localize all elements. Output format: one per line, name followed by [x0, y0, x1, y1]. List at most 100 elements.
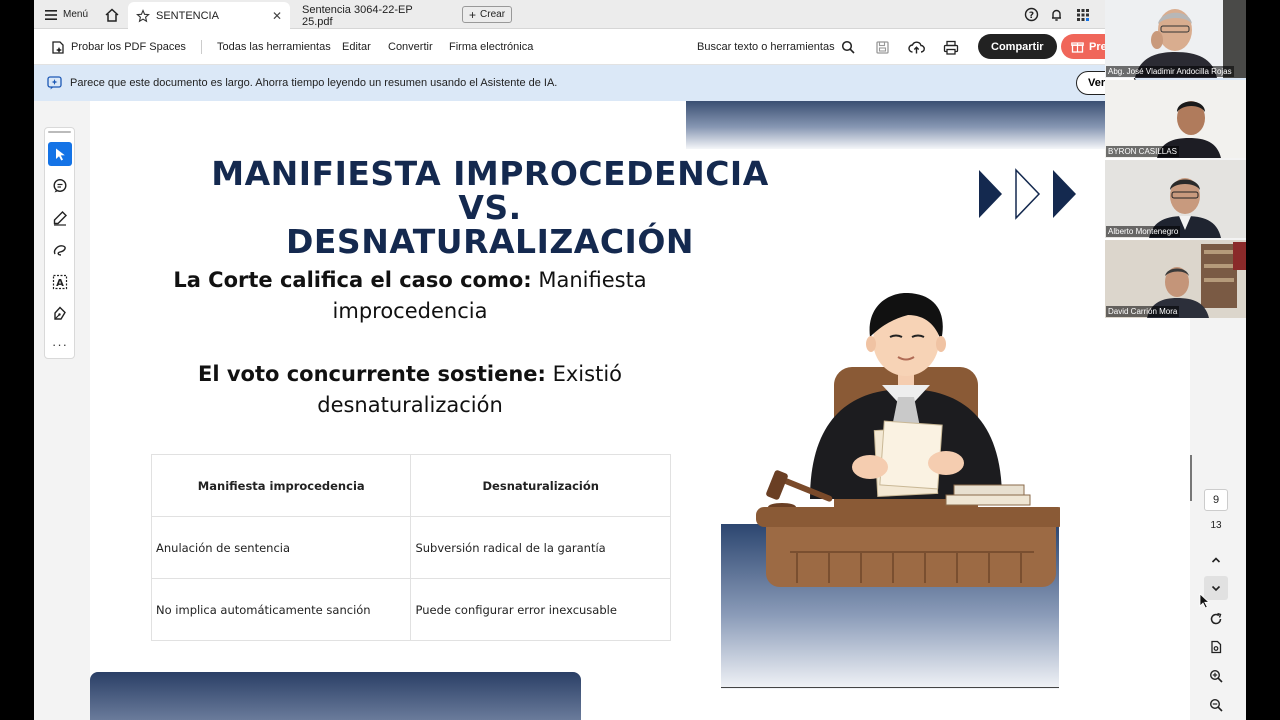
document-gear-icon	[1211, 640, 1222, 654]
participant-video-tile[interactable]: Abg. José Vladimir Andocilla Rojas	[1105, 0, 1246, 78]
participant-video-tile[interactable]: Alberto Montenegro	[1105, 160, 1246, 238]
share-button[interactable]: Compartir	[978, 34, 1057, 59]
tab-sentencia-pdf[interactable]: Sentencia 3064-22-EP 25.pdf	[294, 2, 454, 29]
table-cell: No implica automáticamente sanción	[150, 578, 412, 641]
convert-label: Convertir	[388, 41, 433, 53]
help-button[interactable]: ?	[1024, 0, 1039, 29]
apps-grid-icon	[1077, 8, 1089, 21]
edit-menu[interactable]: Editar	[342, 29, 371, 65]
create-button[interactable]: + Crear	[462, 6, 513, 23]
home-button[interactable]	[104, 0, 120, 29]
participant-video-tile[interactable]: David Carrión Mora	[1105, 240, 1246, 318]
participant-name: BYRON CASILLAS	[1106, 146, 1179, 157]
tab-bar: Menú SENTENCIA ✕ Sentencia 3064-22-EP 25…	[34, 0, 1246, 29]
text-tool[interactable]: A	[48, 270, 72, 294]
search-label: Buscar texto o herramientas	[697, 41, 835, 53]
page-settings-button[interactable]	[1204, 635, 1228, 659]
fountain-pen-icon	[54, 306, 66, 320]
edit-label: Editar	[342, 41, 371, 53]
rail-grip[interactable]	[48, 131, 71, 133]
print-button[interactable]	[943, 29, 959, 65]
triple-chevron-arrows-icon	[979, 168, 1076, 220]
slide-title: MANIFIESTA IMPROCEDENCIA VS. DESNATURALI…	[180, 157, 800, 259]
quick-tools-rail: A ···	[44, 127, 75, 359]
table-header-cell: Desnaturalización	[410, 454, 671, 517]
select-tool[interactable]	[48, 142, 72, 166]
save-disk-icon	[876, 40, 889, 54]
main-toolbar: Probar los PDF Spaces Todas las herramie…	[34, 29, 1246, 65]
pdf-page: MANIFIESTA IMPROCEDENCIA VS. DESNATURALI…	[90, 101, 1190, 720]
menu-label: Menú	[63, 9, 89, 20]
table-header-row: Manifiesta improcedencia Desnaturalizaci…	[150, 454, 671, 517]
cursor-arrow-icon	[56, 148, 65, 161]
printer-icon	[943, 40, 959, 55]
gift-icon	[1071, 42, 1084, 53]
table-cell: Anulación de sentencia	[150, 516, 412, 579]
tab-sentencia[interactable]: SENTENCIA ✕	[128, 2, 290, 29]
home-icon	[105, 7, 119, 22]
comment-icon	[53, 178, 67, 193]
esign-menu[interactable]: Firma electrónica	[449, 29, 533, 65]
menu-button[interactable]: Menú	[44, 0, 88, 29]
zoom-out-button[interactable]	[1204, 693, 1228, 717]
zoom-in-button[interactable]	[1204, 664, 1228, 688]
more-dots-icon: ···	[52, 336, 68, 352]
all-tools-label: Todas las herramientas	[217, 41, 331, 53]
court-qualification-bold: La Corte califica el caso como:	[173, 268, 532, 292]
ai-chat-sparkle-icon	[47, 76, 62, 90]
concurrent-vote-statement: El voto concurrente sostiene: Existió de…	[130, 359, 690, 421]
cloud-upload-icon	[908, 41, 925, 53]
comment-tool[interactable]	[48, 174, 72, 198]
vertical-scrollbar-thumb[interactable]	[1190, 455, 1192, 501]
hamburger-icon	[45, 9, 57, 20]
svg-text:A: A	[56, 278, 64, 289]
apps-button[interactable]	[1076, 0, 1090, 29]
participant-name: David Carrión Mora	[1106, 306, 1180, 317]
highlight-tool[interactable]	[48, 206, 72, 230]
esign-label: Firma electrónica	[449, 41, 534, 53]
zoom-out-icon	[1209, 698, 1223, 712]
chevron-up-icon	[1211, 557, 1221, 563]
svg-text:?: ?	[1029, 11, 1034, 21]
notifications-button[interactable]	[1049, 0, 1064, 29]
table-row: No implica automáticamente sanción Puede…	[150, 578, 671, 641]
decorative-footer-gradient	[90, 672, 581, 720]
more-tools-button[interactable]: ···	[48, 332, 72, 356]
divider	[201, 40, 202, 54]
slide-title-line-2: DESNATURALIZACIÓN	[286, 222, 694, 261]
help-icon: ?	[1024, 7, 1039, 22]
draw-tool[interactable]	[48, 238, 72, 262]
judge-illustration	[756, 292, 1060, 587]
table-header-cell: Manifiesta improcedencia	[150, 454, 412, 517]
bell-icon	[1052, 9, 1061, 21]
close-tab-icon[interactable]: ✕	[272, 9, 282, 23]
court-qualification-statement: La Corte califica el caso como: Manifies…	[130, 265, 690, 327]
sparkle-doc-icon	[52, 41, 64, 54]
save-button[interactable]	[875, 29, 890, 65]
convert-menu[interactable]: Convertir	[388, 29, 433, 65]
participant-name: Abg. José Vladimir Andocilla Rojas	[1106, 66, 1234, 77]
pdf-spaces-button[interactable]: Probar los PDF Spaces	[50, 29, 186, 65]
illustration-baseline	[721, 687, 1059, 688]
rotate-button[interactable]	[1204, 607, 1228, 631]
table-row: Anulación de sentencia Subversión radica…	[150, 516, 671, 579]
sign-tool[interactable]	[48, 302, 72, 326]
tab-label: Sentencia 3064-22-EP 25.pdf	[302, 3, 413, 28]
decorative-header-gradient	[686, 101, 1106, 149]
previous-page-button[interactable]	[1204, 548, 1228, 572]
freehand-draw-icon	[53, 245, 66, 256]
participant-video-tile[interactable]: BYRON CASILLAS	[1105, 80, 1246, 158]
banner-message: Parece que este documento es largo. Ahor…	[70, 77, 558, 89]
table-cell: Subversión radical de la garantía	[410, 516, 671, 579]
chevron-down-icon	[1211, 585, 1221, 592]
highlighter-pen-icon	[53, 211, 67, 226]
upload-cloud-button[interactable]	[908, 29, 925, 65]
all-tools-menu[interactable]: Todas las herramientas	[217, 29, 331, 65]
total-pages: 13	[1210, 520, 1222, 531]
participant-name: Alberto Montenegro	[1106, 226, 1181, 237]
zoom-in-icon	[1209, 669, 1223, 683]
search-tools-button[interactable]: Buscar texto o herramientas	[697, 29, 855, 65]
share-label: Compartir	[991, 40, 1044, 53]
refresh-icon	[1210, 612, 1222, 625]
current-page-input[interactable]: 9	[1204, 489, 1228, 511]
